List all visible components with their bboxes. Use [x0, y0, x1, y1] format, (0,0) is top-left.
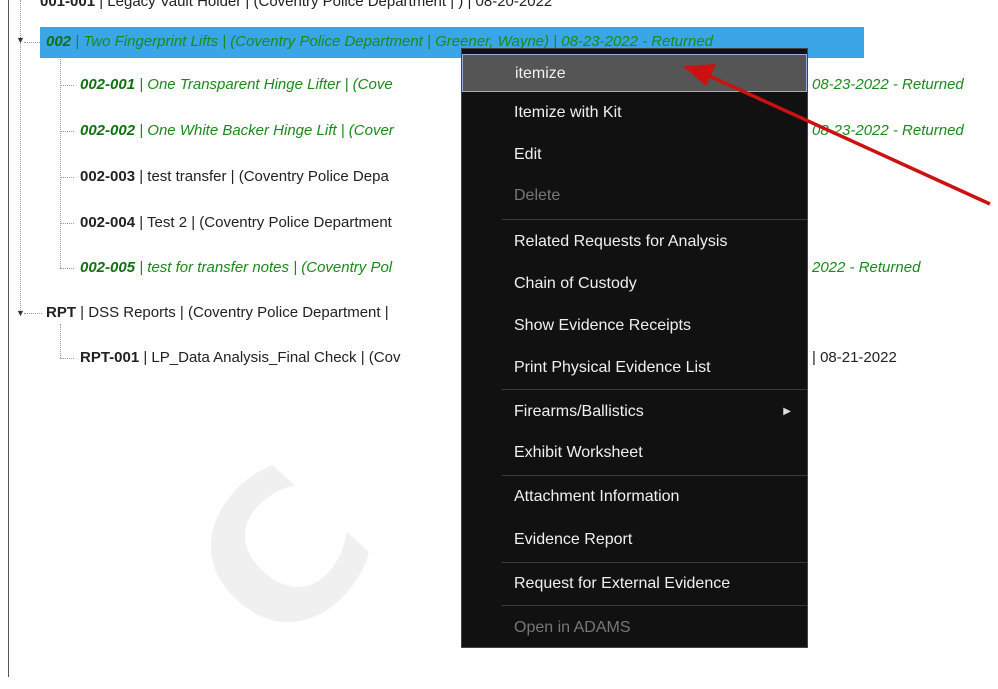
submenu-arrow-icon: ▶: [783, 406, 791, 417]
tree-connector: [24, 313, 42, 314]
tree-row-code: RPT-001: [80, 349, 140, 366]
tree-row-date: 08-23-2022 - Returned: [812, 76, 964, 93]
tree-row-date: | 08-21-2022: [812, 349, 897, 366]
menu-item-label: Show Evidence Receipts: [514, 317, 691, 334]
tree-row-text: | test for transfer notes | (Coventry Po…: [135, 259, 393, 276]
menu-item-firearms-ballistics[interactable]: Firearms/Ballistics ▶: [462, 393, 807, 431]
tree-connector: [24, 42, 40, 43]
tree-row-002-005[interactable]: 002-005 | test for transfer notes | (Cov…: [80, 255, 392, 281]
tree-connector: [60, 56, 61, 268]
menu-item-label: Open in ADAMS: [514, 619, 631, 636]
menu-item-label: Evidence Report: [514, 531, 633, 548]
menu-item-itemize-with-kit[interactable]: Itemize with Kit: [462, 94, 807, 132]
tree-row-code: 002-004: [80, 214, 136, 231]
menu-item-itemize[interactable]: itemize: [462, 54, 807, 92]
menu-item-exhibit-worksheet[interactable]: Exhibit Worksheet: [462, 434, 807, 472]
tree-row-right-text: | 08-21-2022: [812, 345, 897, 371]
menu-item-label: Exhibit Worksheet: [514, 444, 643, 461]
menu-item-related-requests[interactable]: Related Requests for Analysis: [462, 223, 807, 261]
tree-connector: [60, 177, 74, 178]
menu-separator: [502, 389, 807, 390]
menu-item-label: Delete: [514, 187, 561, 204]
menu-separator: [502, 605, 807, 606]
tree-row-text: | One Transparent Hinge Lifter | (Cove: [135, 76, 393, 93]
menu-item-attachment-information[interactable]: Attachment Information: [462, 478, 807, 516]
tree-row-text: | One White Backer Hinge Lift | (Cover: [135, 122, 394, 139]
tree-row-code: 002-005: [80, 259, 136, 276]
tree-row-code: 002-003: [80, 168, 136, 185]
menu-item-edit[interactable]: Edit: [462, 136, 807, 174]
menu-item-request-external-evidence[interactable]: Request for External Evidence: [462, 565, 807, 603]
menu-item-delete[interactable]: Delete: [462, 177, 807, 215]
menu-item-open-in-adams[interactable]: Open in ADAMS: [462, 609, 807, 647]
tree-row-002-003[interactable]: 002-003 | test transfer | (Coventry Poli…: [80, 164, 389, 190]
menu-item-label: Related Requests for Analysis: [514, 233, 728, 250]
tree-row-002-002[interactable]: 002-002 | One White Backer Hinge Lift | …: [80, 118, 394, 144]
menu-item-show-evidence-receipts[interactable]: Show Evidence Receipts: [462, 307, 807, 345]
tree-row-right-text: 08-23-2022 - Returned: [812, 72, 964, 98]
menu-separator: [502, 219, 807, 220]
menu-item-label: Edit: [514, 146, 542, 163]
panel-left-border: [8, 0, 9, 677]
menu-item-label: Itemize with Kit: [514, 104, 622, 121]
menu-item-print-physical-evidence-list[interactable]: Print Physical Evidence List: [462, 349, 807, 387]
menu-item-label: Attachment Information: [514, 488, 680, 505]
tree-row-code: 002-002: [80, 122, 136, 139]
tree-row-date: 08-23-2022 - Returned: [812, 122, 964, 139]
tree-row-text: | LP_Data Analysis_Final Check | (Cov: [139, 349, 401, 366]
menu-separator: [502, 475, 807, 476]
menu-item-label: Request for External Evidence: [514, 575, 731, 592]
tree-connector: [60, 324, 61, 358]
menu-item-label: Firearms/Ballistics: [514, 403, 644, 420]
tree-row-date: 2022 - Returned: [812, 259, 921, 276]
expand-toggle-icon[interactable]: ▼: [16, 35, 25, 45]
menu-item-label: Print Physical Evidence List: [514, 359, 711, 376]
tree-connector: [60, 223, 74, 224]
tree-connector: [20, 0, 21, 312]
tree-row-right-text: 2022 - Returned: [812, 255, 920, 281]
tree-row-code: 002-001: [80, 76, 136, 93]
context-menu: itemize Itemize with Kit Edit Delete Rel…: [461, 48, 808, 648]
tree-row-right-text: 08-23-2022 - Returned: [812, 118, 964, 144]
menu-item-evidence-report[interactable]: Evidence Report: [462, 521, 807, 559]
menu-separator: [502, 562, 807, 563]
tree-row-002-004[interactable]: 002-004 | Test 2 | (Coventry Police Depa…: [80, 210, 392, 236]
tree-row-text: | Legacy Vault Holder | (Coventry Police…: [95, 0, 553, 10]
tree-row-text: | test transfer | (Coventry Police Depa: [135, 168, 389, 185]
tree-connector: [60, 358, 74, 359]
tree-connector: [60, 131, 74, 132]
expand-toggle-icon[interactable]: ▼: [16, 308, 25, 318]
tree-connector: [60, 85, 74, 86]
tree-row-002-001[interactable]: 002-001 | One Transparent Hinge Lifter |…: [80, 72, 393, 98]
tree-row-rpt[interactable]: RPT | DSS Reports | (Coventry Police Dep…: [46, 300, 389, 326]
tree-row[interactable]: 001-001 | Legacy Vault Holder | (Coventr…: [40, 0, 552, 15]
tree-row-code: RPT: [46, 304, 76, 321]
tree-row-code: 001-001: [40, 0, 96, 10]
tree-connector: [60, 268, 74, 269]
tree-row-rpt-001[interactable]: RPT-001 | LP_Data Analysis_Final Check |…: [80, 345, 400, 371]
menu-item-label: Chain of Custody: [514, 275, 637, 292]
tree-row-text: | DSS Reports | (Coventry Police Departm…: [76, 304, 389, 321]
tree-row-code: 002: [46, 33, 72, 50]
menu-item-label: itemize: [515, 65, 566, 82]
watermark-lower: C: [147, 424, 420, 689]
tree-row-text: | Test 2 | (Coventry Police Department: [135, 214, 392, 231]
menu-item-chain-of-custody[interactable]: Chain of Custody: [462, 265, 807, 303]
